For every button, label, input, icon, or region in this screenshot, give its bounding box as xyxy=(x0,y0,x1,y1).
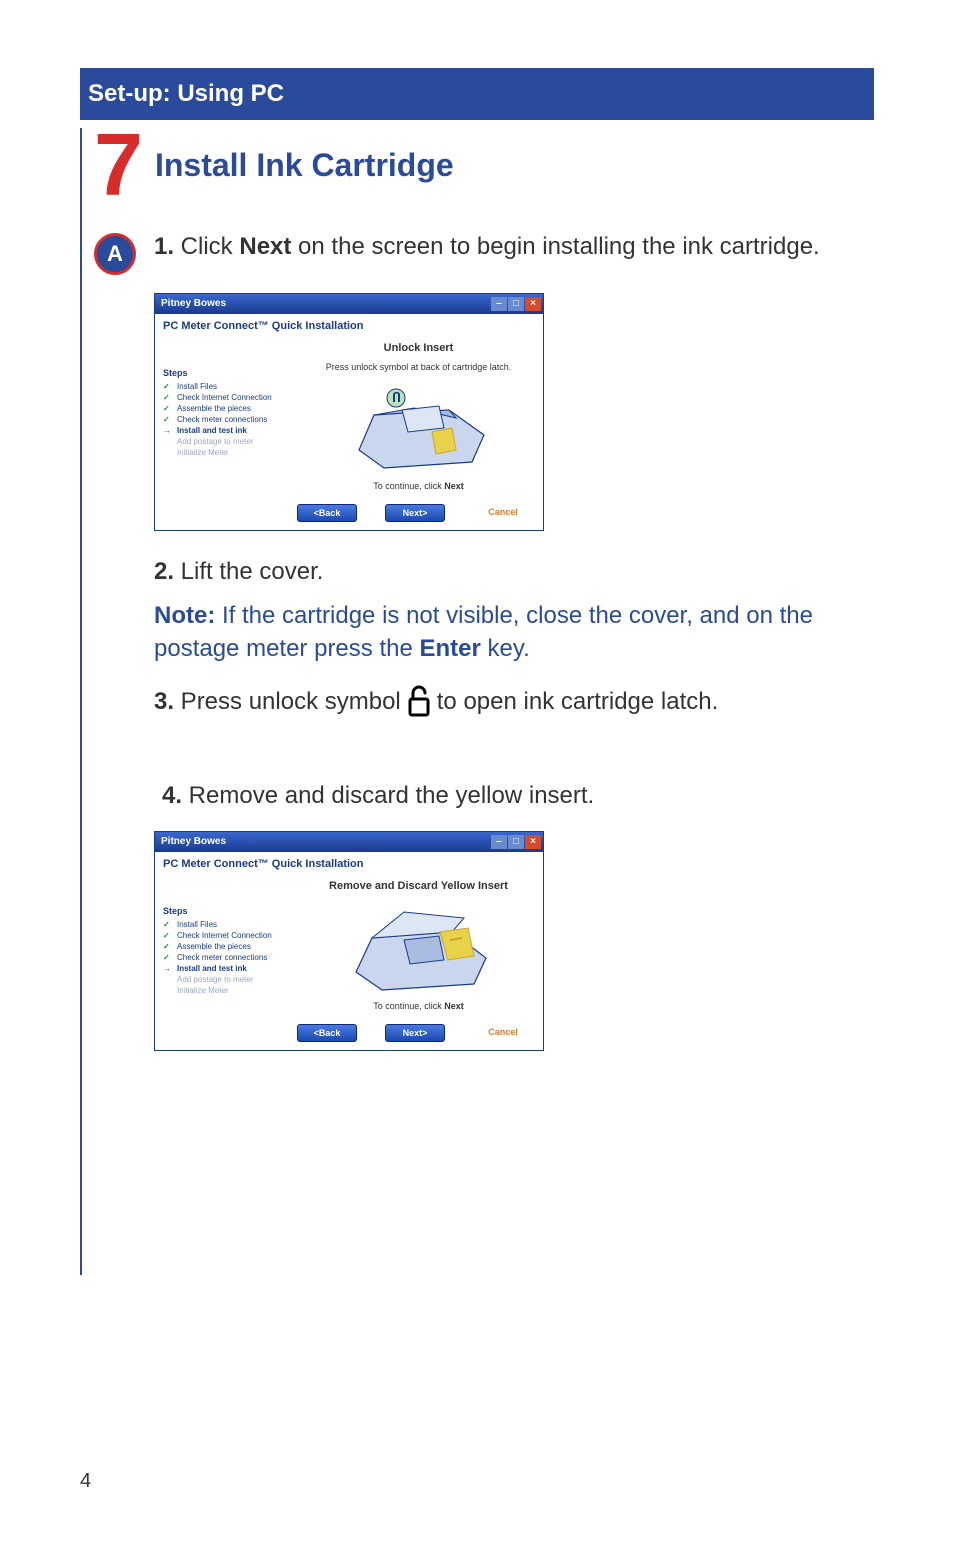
panel-title: Unlock Insert xyxy=(304,342,533,354)
step-item: ✓Check meter connections xyxy=(163,953,298,962)
step-item-pending: Initialize Meter xyxy=(163,448,298,457)
content-column: 7 Install Ink Cartridge A 1. Click Next … xyxy=(80,128,874,1275)
substep-badge: A xyxy=(94,233,136,275)
step-item: ✓Check meter connections xyxy=(163,415,298,424)
step-item-active: →Install and test ink xyxy=(163,426,298,435)
maximize-button[interactable]: □ xyxy=(508,297,524,311)
check-icon: ✓ xyxy=(163,415,173,424)
step-title: Install Ink Cartridge xyxy=(155,147,454,184)
check-icon: ✓ xyxy=(163,393,173,402)
printer-icon xyxy=(344,380,494,475)
steps-heading: Steps xyxy=(163,906,298,916)
step-item-pending: Initialize Meter xyxy=(163,986,298,995)
minimize-button[interactable]: – xyxy=(491,835,507,849)
page-header-title: Set-up: Using PC xyxy=(88,80,284,107)
check-icon: ✓ xyxy=(163,942,173,951)
step-item: ✓Check Internet Connection xyxy=(163,931,298,940)
printer-illustration xyxy=(304,900,533,995)
check-icon: ✓ xyxy=(163,953,173,962)
instruction-line-1: 1. Click Next on the screen to begin ins… xyxy=(154,231,820,263)
arrow-icon: → xyxy=(163,426,173,435)
next-button[interactable]: Next> xyxy=(385,504,445,522)
window-title: Pitney Bowes xyxy=(161,298,226,309)
step-item: ✓Assemble the pieces xyxy=(163,942,298,951)
window-title: Pitney Bowes xyxy=(161,836,226,847)
instruction-line-3: 3. Press unlock symbol to open ink cartr… xyxy=(154,685,874,719)
printer-illustration xyxy=(304,380,533,475)
substep-a-row: A 1. Click Next on the screen to begin i… xyxy=(94,231,874,275)
continue-hint: To continue, click Next xyxy=(304,481,533,491)
window-main-panel: Unlock Insert Press unlock symbol at bac… xyxy=(302,338,535,495)
continue-hint: To continue, click Next xyxy=(304,1001,533,1011)
back-button[interactable]: <Back xyxy=(297,1024,357,1042)
window-subtitle: PC Meter Connect™ Quick Installation xyxy=(155,852,543,876)
step-item: ✓Install Files xyxy=(163,920,298,929)
step-item: ✓Install Files xyxy=(163,382,298,391)
panel-title: Remove and Discard Yellow Insert xyxy=(304,880,533,892)
next-button[interactable]: Next> xyxy=(385,1024,445,1042)
minimize-button[interactable]: – xyxy=(491,297,507,311)
steps-sidebar: Steps ✓Install Files ✓Check Internet Con… xyxy=(163,876,298,1015)
note-text: Note: If the cartridge is not visible, c… xyxy=(154,600,834,665)
step-item-active: →Install and test ink xyxy=(163,964,298,973)
check-icon: ✓ xyxy=(163,931,173,940)
window-body: Steps ✓Install Files ✓Check Internet Con… xyxy=(155,338,543,499)
maximize-button[interactable]: □ xyxy=(508,835,524,849)
window-footer: <Back Next> Cancel xyxy=(155,1019,543,1050)
back-button[interactable]: <Back xyxy=(297,504,357,522)
panel-subtitle: Press unlock symbol at back of cartridge… xyxy=(304,362,533,372)
close-button[interactable]: × xyxy=(525,297,541,311)
check-icon: ✓ xyxy=(163,920,173,929)
step-item-pending: Add postage to meter xyxy=(163,437,298,446)
installer-window-2: Pitney Bowes – □ × PC Meter Connect™ Qui… xyxy=(154,831,544,1051)
step-number: 7 xyxy=(94,128,143,203)
window-titlebar: Pitney Bowes – □ × xyxy=(155,832,543,852)
cancel-button[interactable]: Cancel xyxy=(473,1024,533,1042)
window-footer: <Back Next> Cancel xyxy=(155,499,543,530)
step-heading-row: 7 Install Ink Cartridge xyxy=(94,128,874,203)
instruction-line-2: 2. Lift the cover. xyxy=(154,555,874,589)
instruction-line-4: 4. Remove and discard the yellow insert. xyxy=(162,779,874,813)
steps-sidebar: Steps ✓Install Files ✓Check Internet Con… xyxy=(163,338,298,495)
window-control-buttons: – □ × xyxy=(491,297,541,311)
step-item: ✓Check Internet Connection xyxy=(163,393,298,402)
cancel-button[interactable]: Cancel xyxy=(473,504,533,522)
check-icon: ✓ xyxy=(163,404,173,413)
check-icon: ✓ xyxy=(163,382,173,391)
window-control-buttons: – □ × xyxy=(491,835,541,849)
step-item-pending: Add postage to meter xyxy=(163,975,298,984)
installer-window-1: Pitney Bowes – □ × PC Meter Connect™ Qui… xyxy=(154,293,544,531)
window-titlebar: Pitney Bowes – □ × xyxy=(155,294,543,314)
unlock-icon xyxy=(407,685,431,719)
page-header-bar: Set-up: Using PC xyxy=(80,68,874,120)
printer-open-icon xyxy=(344,900,494,995)
window-subtitle: PC Meter Connect™ Quick Installation xyxy=(155,314,543,338)
step-item: ✓Assemble the pieces xyxy=(163,404,298,413)
window-body: Steps ✓Install Files ✓Check Internet Con… xyxy=(155,876,543,1019)
window-main-panel: Remove and Discard Yellow Insert To cont… xyxy=(302,876,535,1015)
steps-heading: Steps xyxy=(163,368,298,378)
close-button[interactable]: × xyxy=(525,835,541,849)
page-number: 4 xyxy=(80,1470,91,1493)
arrow-icon: → xyxy=(163,964,173,973)
